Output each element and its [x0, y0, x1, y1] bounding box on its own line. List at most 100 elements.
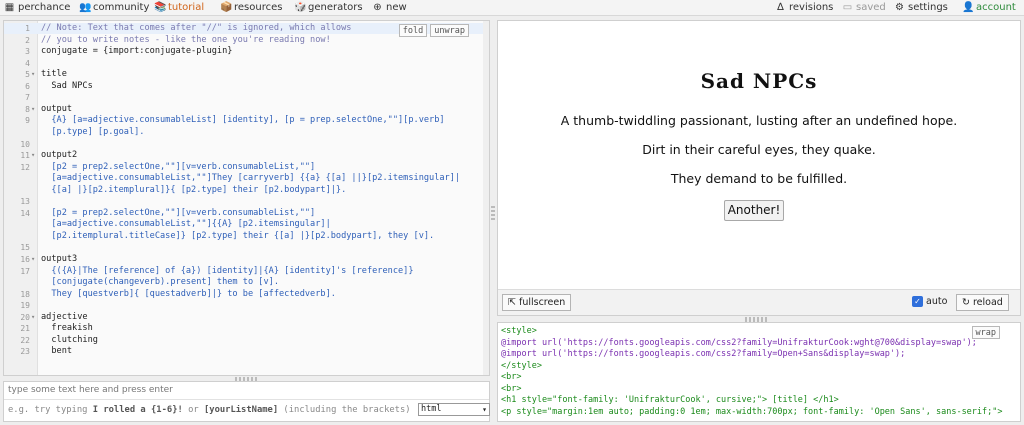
- top-menu-bar: ▦ perchance 👥 community 📚 tutorial 📦 resourc…: [0, 0, 1024, 16]
- line-number: 20: [20, 312, 30, 322]
- code-line[interactable]: 21 freakish: [4, 323, 489, 334]
- code-text: Sad NPCs: [41, 80, 93, 91]
- generators-icon: 🎲: [294, 2, 307, 13]
- input-divider: [4, 399, 489, 400]
- code-line[interactable]: 20 ▾ adjective: [4, 312, 489, 323]
- code-line[interactable]: 22 clutching: [4, 335, 489, 346]
- code-line[interactable]: 3 conjugate = {import:conjugate-plugin}: [4, 46, 489, 57]
- code-text: [p2 = prep2.selectOne,""][v=verb.consuma…: [41, 207, 316, 218]
- mode-select[interactable]: html ▾: [418, 403, 490, 416]
- fullscreen-button[interactable]: ⇱ fullscreen: [502, 294, 572, 311]
- source-line: @import url('https://fonts.googleapis.co…: [501, 349, 906, 359]
- input-panel: type some text here and press enter e.g.…: [3, 381, 490, 422]
- menu-community[interactable]: 👥 community: [79, 2, 149, 14]
- auto-toggle[interactable]: ✓ auto: [912, 296, 947, 307]
- code-line[interactable]: 8 ▾ output: [4, 104, 489, 115]
- plus-circle-icon: ⊕: [373, 2, 382, 13]
- line-number: 2: [25, 35, 30, 45]
- line-number: 3: [25, 47, 30, 57]
- code-text: {A} [a=adjective.consumableList] [identi…: [41, 115, 445, 126]
- vertical-resize-handle[interactable]: [491, 206, 495, 220]
- source-line: @import url('https://fonts.googleapis.co…: [501, 337, 977, 348]
- line-number: 12: [20, 162, 30, 172]
- code-line[interactable]: 17 {({A}|The [reference] of {a}) [identi…: [4, 266, 489, 277]
- output-line-2: Dirt in their careful eyes, they quake.: [642, 142, 876, 157]
- line-number: 5: [25, 70, 30, 80]
- output-footer: ⇱ fullscreen ✓ auto ↻ reload: [498, 289, 1020, 315]
- menu-perchance[interactable]: ▦ perchance: [4, 2, 71, 14]
- menu-resources[interactable]: 📦 resources: [220, 2, 282, 14]
- line-number: 1: [25, 24, 30, 33]
- code-line[interactable]: 10: [4, 139, 489, 150]
- line-number: 14: [20, 208, 30, 218]
- another-button[interactable]: Another!: [724, 200, 784, 221]
- code-line[interactable]: {[a] |}[p2.itemplural]}{ [p2.type] their…: [4, 185, 489, 196]
- code-line[interactable]: 4: [4, 58, 489, 69]
- line-number: 23: [20, 347, 30, 357]
- line-number: 8: [25, 104, 30, 114]
- code-line[interactable]: 23 bent: [4, 346, 489, 357]
- code-line[interactable]: 11 ▾ output2: [4, 150, 489, 161]
- code-line[interactable]: 14 [p2 = prep2.selectOne,""][v=verb.cons…: [4, 208, 489, 219]
- fold-arrow-icon[interactable]: ▾: [31, 254, 35, 265]
- example-hint[interactable]: e.g. try typing I rolled a {1-6}! or [yo…: [8, 405, 413, 415]
- code-text: bent: [41, 346, 73, 357]
- code-line[interactable]: 13: [4, 196, 489, 207]
- source-line: </style>: [501, 360, 542, 371]
- code-text: adjective: [41, 311, 88, 322]
- html-source-editor[interactable]: <style> @import url('https://fonts.google…: [497, 322, 1021, 422]
- code-text: output2: [41, 150, 78, 161]
- code-text: {[a] |}[p2.itemplural]}{ [p2.type] their…: [41, 184, 347, 195]
- code-line[interactable]: 18 They [questverb]{ [questadverb]|} to …: [4, 289, 489, 300]
- code-text: conjugate = {import:conjugate-plugin}: [41, 46, 233, 57]
- fold-arrow-icon[interactable]: ▾: [31, 312, 35, 323]
- wrap-button[interactable]: wrap: [971, 326, 1000, 339]
- code-line[interactable]: 16 ▾ output3: [4, 254, 489, 265]
- code-line[interactable]: 6 Sad NPCs: [4, 81, 489, 92]
- code-line[interactable]: 12 [p2 = prep2.selectOne,""][v=verb.cons…: [4, 162, 489, 173]
- tutorial-icon: 📚: [154, 2, 167, 13]
- gear-icon: ⚙: [895, 2, 904, 13]
- code-line[interactable]: [a=adjective.consumableList,""]{{A} [p2.…: [4, 219, 489, 230]
- code-line[interactable]: [p2.itemplural.titleCase]} [p2.type] the…: [4, 231, 489, 242]
- code-editor[interactable]: 1// Note: Text that comes after "//" is …: [3, 20, 490, 376]
- reload-button[interactable]: ↻ reload: [956, 294, 1009, 311]
- code-line[interactable]: 19: [4, 300, 489, 311]
- menu-generators[interactable]: 🎲 generators: [294, 2, 363, 14]
- code-line[interactable]: 7: [4, 92, 489, 103]
- code-line[interactable]: 9 {A} [a=adjective.consumableList] [iden…: [4, 115, 489, 126]
- code-line[interactable]: [conjugate(changeverb).present] them to …: [4, 277, 489, 288]
- code-text: [p2 = prep2.selectOne,""][v=verb.consuma…: [41, 161, 316, 172]
- save-icon: ▭: [842, 2, 853, 13]
- line-number: 10: [20, 139, 30, 149]
- editor-buttons: fold unwrap: [398, 24, 469, 37]
- chevron-down-icon: ▾: [482, 405, 487, 414]
- code-text: They [questverb]{ [questadverb]|} to be …: [41, 288, 336, 299]
- code-line[interactable]: [p.type] [p.goal].: [4, 127, 489, 138]
- user-icon: 👤: [962, 2, 975, 13]
- perchance-icon: ▦: [4, 2, 15, 13]
- checkbox-checked-icon[interactable]: ✓: [912, 296, 923, 307]
- menu-settings[interactable]: ⚙ settings: [894, 2, 948, 14]
- line-number: 7: [25, 93, 30, 103]
- source-line: <p style="margin:1em auto; padding:0 1em…: [501, 406, 1003, 417]
- unwrap-button[interactable]: unwrap: [430, 24, 469, 37]
- line-number: 21: [20, 324, 30, 334]
- code-text: {({A}|The [reference] of {a}) [identity]…: [41, 265, 414, 276]
- menu-saved[interactable]: ▭ saved: [842, 2, 886, 14]
- fold-button[interactable]: fold: [398, 24, 428, 37]
- menu-account[interactable]: 👤 account: [962, 2, 1016, 14]
- menu-revisions[interactable]: ∆ revisions: [775, 2, 833, 14]
- menu-new[interactable]: ⊕ new: [372, 2, 406, 14]
- fold-arrow-icon[interactable]: ▾: [31, 104, 35, 115]
- line-number: 4: [25, 58, 30, 68]
- editor-scrollbar[interactable]: [483, 21, 489, 375]
- menu-tutorial[interactable]: 📚 tutorial: [154, 2, 204, 14]
- code-line[interactable]: 15: [4, 242, 489, 253]
- code-text: output3: [41, 254, 78, 264]
- code-line[interactable]: [a=adjective.consumableList,""]They [car…: [4, 173, 489, 184]
- code-line[interactable]: 5 ▾ title: [4, 69, 489, 80]
- fold-arrow-icon[interactable]: ▾: [31, 150, 35, 161]
- fold-arrow-icon[interactable]: ▾: [31, 69, 35, 80]
- command-input[interactable]: type some text here and press enter: [8, 385, 173, 395]
